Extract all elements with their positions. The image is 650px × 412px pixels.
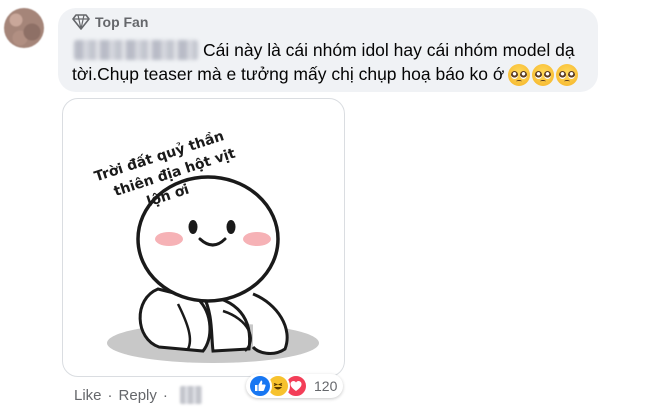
pleading-face-icon [508, 64, 531, 87]
sticker-right-blush [243, 232, 271, 246]
timestamp-redacted[interactable] [179, 386, 202, 404]
top-fan-badge: Top Fan [72, 14, 148, 30]
sticker-arm [251, 292, 289, 355]
commenter-avatar[interactable] [4, 8, 44, 48]
sticker-left-eye [188, 220, 198, 234]
separator: · [107, 386, 113, 404]
like-icon [248, 374, 272, 398]
emoji-group [508, 64, 579, 87]
pleading-face-icon [556, 64, 579, 87]
reaction-count: 120 [314, 378, 338, 394]
reply-link[interactable]: Reply [119, 387, 157, 404]
diamond-icon [72, 14, 90, 30]
comment-actions: Like · Reply · [74, 386, 202, 404]
sticker-illustration: Trời đất quỷ thần thiên địa hột vịt lộn … [92, 127, 319, 363]
pleading-face-icon [532, 64, 555, 87]
sticker-left-blush [155, 232, 183, 246]
sticker-right-eye [226, 220, 236, 234]
like-link[interactable]: Like [74, 387, 102, 404]
reaction-summary[interactable]: 120 [246, 374, 344, 398]
sticker-image[interactable]: Trời đất quỷ thần thiên địa hột vịt lộn … [62, 98, 345, 377]
badge-label: Top Fan [95, 14, 149, 30]
comment-text: Cái này là cái nhóm idol hay cái nhóm mo… [72, 40, 575, 84]
comment-body: Cái này là cái nhóm idol hay cái nhóm mo… [72, 38, 592, 87]
separator: · [162, 386, 168, 404]
